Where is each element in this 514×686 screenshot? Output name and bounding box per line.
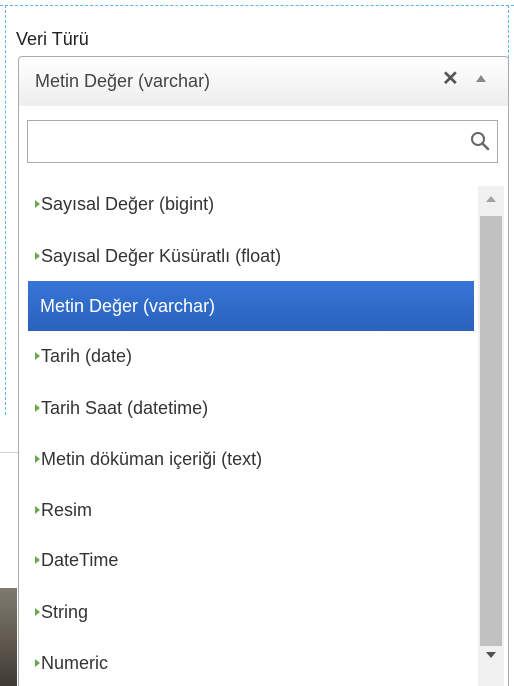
dropdown-option[interactable]: Numeric bbox=[28, 638, 474, 686]
option-label: Sayısal Değer Küsüratlı (float) bbox=[41, 246, 282, 266]
background-divider bbox=[0, 452, 18, 453]
arrow-up-icon[interactable] bbox=[476, 75, 486, 82]
scroll-up-icon[interactable] bbox=[486, 196, 496, 202]
dropdown-option[interactable]: Tarih Saat (datetime) bbox=[28, 383, 474, 433]
option-label: Sayısal Değer (bigint) bbox=[41, 194, 215, 214]
option-label: Numeric bbox=[41, 653, 109, 673]
triangle-right-icon bbox=[35, 252, 40, 261]
scrollbar[interactable] bbox=[478, 186, 504, 686]
triangle-right-icon bbox=[35, 352, 40, 361]
triangle-right-icon bbox=[35, 659, 40, 668]
results-list: Sayısal Değer (bigint) Sayısal Değer Küsü… bbox=[19, 179, 508, 686]
layout-guide-top bbox=[0, 5, 514, 6]
triangle-right-icon bbox=[35, 506, 40, 515]
option-label: Metin Değer (varchar) bbox=[40, 296, 216, 316]
dropdown-option[interactable]: Metin Değer (varchar) bbox=[28, 281, 474, 331]
dropdown-option[interactable]: Tarih (date) bbox=[28, 331, 474, 381]
triangle-right-icon bbox=[35, 608, 40, 617]
triangle-right-icon bbox=[35, 200, 40, 209]
dropdown-option[interactable]: Sayısal Değer (bigint) bbox=[28, 179, 474, 229]
option-label: String bbox=[41, 602, 89, 622]
dropdown-option[interactable]: Resim bbox=[28, 485, 474, 535]
dropdown-option[interactable]: Sayısal Değer Küsüratlı (float) bbox=[28, 231, 474, 281]
search-input[interactable] bbox=[28, 121, 458, 162]
option-label: Tarih (date) bbox=[41, 346, 133, 366]
scroll-down-icon[interactable] bbox=[486, 652, 496, 658]
triangle-right-icon bbox=[35, 455, 40, 464]
triangle-right-icon bbox=[35, 404, 40, 413]
option-label: Metin döküman içeriği (text) bbox=[41, 449, 263, 469]
background-image-edge bbox=[0, 588, 17, 686]
scroll-thumb[interactable] bbox=[480, 216, 502, 646]
triangle-right-icon bbox=[35, 556, 40, 565]
field-label: Veri Türü bbox=[16, 29, 89, 49]
dropdown-option[interactable]: DateTime bbox=[28, 535, 474, 585]
dropdown-option[interactable]: String bbox=[28, 587, 474, 637]
layout-guide-left bbox=[5, 5, 6, 415]
selected-value: Metin Değer (varchar) bbox=[35, 71, 211, 91]
data-type-select[interactable]: Metin Değer (varchar) ✕ bbox=[18, 56, 509, 106]
option-label: Resim bbox=[41, 500, 93, 520]
option-label: Tarih Saat (datetime) bbox=[41, 398, 209, 418]
search-box bbox=[27, 120, 498, 163]
option-label: DateTime bbox=[41, 550, 119, 570]
dropdown-panel: Sayısal Değer (bigint) Sayısal Değer Küsü… bbox=[18, 106, 509, 686]
close-icon[interactable]: ✕ bbox=[442, 69, 459, 89]
dropdown-option[interactable]: Metin döküman içeriği (text) bbox=[28, 434, 474, 484]
search-icon bbox=[471, 132, 490, 151]
